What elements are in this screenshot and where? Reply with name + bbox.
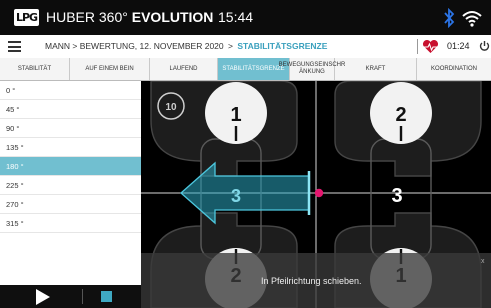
arrow-label: 3 xyxy=(231,186,241,206)
angle-item[interactable]: 315 ° xyxy=(0,214,141,233)
top-bar: LPG HUBER 360° EVOLUTION 15:44 xyxy=(0,0,491,35)
divider xyxy=(417,39,418,54)
breadcrumb-current: STABILITÄTSGRENZE xyxy=(237,41,328,51)
platform-graphic: 1 2 2 1 3 10 3 xyxy=(141,81,491,308)
tab-auf-einem-bein[interactable]: AUF EINEM BEIN xyxy=(70,58,150,80)
lpg-logo: LPG xyxy=(14,9,39,26)
tab-koordination[interactable]: KOORDINATION xyxy=(417,58,491,80)
brand-suffix: EVOLUTION xyxy=(131,9,214,25)
bluetooth-icon[interactable] xyxy=(442,8,456,28)
breadcrumb-bar: MANN > BEWERTUNG, 12. NOVEMBER 2020 > ST… xyxy=(0,35,491,59)
center-of-pressure-dot xyxy=(314,188,324,198)
angle-item[interactable]: 0 ° xyxy=(0,81,141,100)
hamburger-icon[interactable] xyxy=(8,41,21,52)
play-icon[interactable] xyxy=(36,289,50,305)
heart-rate-icon[interactable] xyxy=(422,39,439,54)
divider xyxy=(82,289,83,304)
angle-item[interactable]: 135 ° xyxy=(0,138,141,157)
pad-number-top-right: 2 xyxy=(395,104,406,126)
clock: 15:44 xyxy=(218,9,254,25)
side-label-right: 3 xyxy=(391,185,402,207)
tab-stabilitaet[interactable]: STABILITÄT xyxy=(0,58,70,80)
angle-list: 0 ° 45 ° 90 ° 135 ° 180 ° 225 ° 270 ° 31… xyxy=(0,81,141,308)
breadcrumb-separator: > xyxy=(228,41,233,51)
angle-item-selected[interactable]: 180 ° xyxy=(0,157,141,176)
angle-item[interactable]: 45 ° xyxy=(0,100,141,119)
breadcrumb-path[interactable]: MANN > BEWERTUNG, 12. NOVEMBER 2020 xyxy=(45,41,224,51)
stop-icon[interactable] xyxy=(101,291,112,302)
brand-name: HUBER 360° xyxy=(46,9,128,25)
tab-kraft[interactable]: KRAFT xyxy=(335,58,417,80)
exercise-tabs: STABILITÄT AUF EINEM BEIN LAUFEND STABIL… xyxy=(0,58,491,81)
tab-bewegungseinschraenkung[interactable]: BEWEGUNGSEINSCHR ÄNKUNG xyxy=(279,58,345,80)
playback-controls xyxy=(0,285,141,308)
brand-title: HUBER 360° EVOLUTION xyxy=(46,9,213,26)
tab-laufend[interactable]: LAUFEND xyxy=(150,58,218,80)
pad-number-top-left: 1 xyxy=(230,104,241,126)
power-icon[interactable] xyxy=(479,40,490,52)
angle-item[interactable]: 90 ° xyxy=(0,119,141,138)
level-badge-label: 10 xyxy=(165,102,177,113)
session-timer: 01:24 xyxy=(447,41,470,51)
wifi-icon[interactable] xyxy=(461,8,483,28)
platform-viewer: 1 2 2 1 3 10 3 In Pfeilrichtung schieben… xyxy=(141,81,491,308)
angle-item[interactable]: 270 ° xyxy=(0,195,141,214)
close-overlay-button[interactable]: x xyxy=(481,258,485,266)
breadcrumb: MANN > BEWERTUNG, 12. NOVEMBER 2020 > ST… xyxy=(45,41,327,52)
instruction-text: In Pfeilrichtung schieben. xyxy=(261,276,362,286)
angle-item[interactable]: 225 ° xyxy=(0,176,141,195)
